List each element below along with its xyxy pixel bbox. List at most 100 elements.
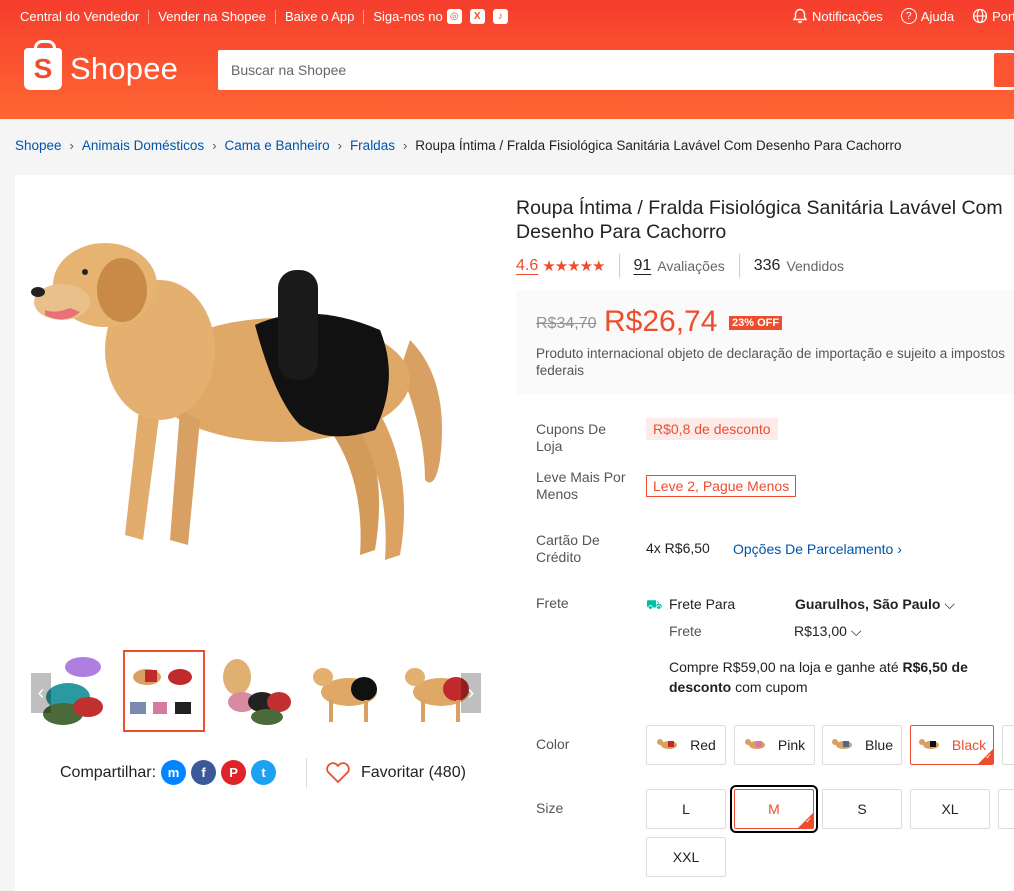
rating-value[interactable]: 4.6 [516,257,538,275]
color-option-label: Red [690,737,716,753]
help-icon: ? [900,8,917,24]
tiktok-icon[interactable]: ♪ [492,9,508,24]
pinterest-icon[interactable]: P [221,760,247,785]
promo-text-2: com cupom [731,679,808,695]
reviews-label: Avaliações [657,258,725,274]
promo-text-1: Compre R$59,00 na loja e ganhe até [669,659,903,675]
product-stats: 4.6 ★★★★★ 91 Avaliações 336 Vendidos [516,254,845,278]
selected-check-icon [978,749,993,764]
chevron-right-icon: › [402,138,408,153]
sold-count: 336 [753,257,781,274]
bundle-label: Leve Mais Por Menos [536,469,626,502]
share-section: Compartilhar: m f P t [60,760,277,785]
x-icon[interactable]: X [469,9,485,24]
chevron-right-icon: › [212,138,217,153]
favorite-button[interactable]: Favoritar (480) [306,758,466,788]
follow-us-label: Siga-nos no [373,9,443,24]
size-option-label: XL [941,801,959,817]
download-app-link[interactable]: Baixe o App [285,9,354,24]
thumbnail-strip: ‹ › [31,650,481,732]
help-label: Ajuda [920,8,955,24]
size-option-xl[interactable]: XL [910,789,990,829]
twitter-icon[interactable]: t [251,760,277,785]
reviews-count[interactable]: 91 [634,257,652,275]
product-title: Roupa Íntima / Fralda Fisiológica Sanitá… [516,197,1003,243]
price-box: R$34,70 R$26,74 23% OFF Produto internac… [516,290,1014,394]
size-option-label: S [857,801,867,817]
credit-card-label: Cartão De Crédito [536,532,600,565]
breadcrumb-diapers[interactable]: Fraldas [350,138,395,153]
product-main-image[interactable] [30,230,460,590]
truck-icon: ⛟ [646,597,663,612]
thumbnail-2[interactable] [123,650,205,732]
thumbnail-3[interactable] [215,650,297,732]
color-option-black[interactable]: Black [910,725,994,765]
notifications-label: Notificações [812,8,883,24]
language-selector[interactable]: Portu [972,8,1014,24]
size-label: Size [536,800,564,816]
chevron-right-icon: › [69,138,74,153]
header: Central do Vendedor Vender na Shopee Bai… [0,0,1014,119]
shipping-cost-label: Frete [669,623,702,639]
shopee-logo[interactable]: S Shopee [24,40,178,90]
bundle-tag[interactable]: Leve 2, Pague Menos [646,475,797,497]
installment-options-link[interactable]: Opções De Parcelamento › [733,541,902,557]
dog-blue-icon [831,739,852,749]
dog-black-icon [918,739,939,749]
facebook-icon[interactable]: f [191,760,217,785]
shopee-bag-icon: S [24,40,62,90]
shipping-promo: Compre R$59,00 na loja e ganhe até R$6,5… [669,657,1014,697]
color-option-label: Pink [777,737,806,753]
color-option-label: Blue [864,737,894,753]
import-note: Produto internacional objeto de declaraç… [536,346,1006,378]
installment-options-label: Opções De Parcelamento [733,541,894,557]
breadcrumb-bed-bath[interactable]: Cama e Banheiro [225,138,330,153]
size-option-xxl[interactable]: XXL [646,837,726,877]
chevron-left-icon[interactable]: ‹ [31,673,51,713]
dog-red-icon [657,739,678,749]
size-option-m[interactable]: M [730,785,818,833]
size-option-more[interactable] [998,789,1014,829]
shipping-location-value: Guarulhos, São Paulo [795,596,941,612]
globe-icon [972,8,988,24]
coupon-tag[interactable]: R$0,8 de desconto [646,418,778,440]
search-input[interactable] [221,53,981,87]
seller-center-link[interactable]: Central do Vendedor [20,9,139,24]
shipping-cost-value: R$13,00 [794,623,847,639]
divider [274,9,276,24]
star-rating-icon: ★★★★★ [542,258,605,275]
chevron-down-icon: ⌵ [850,623,862,639]
chevron-right-icon[interactable]: › [461,673,481,713]
divider [363,9,365,24]
breadcrumb-pets[interactable]: Animais Domésticos [82,138,204,153]
search-button[interactable] [994,53,1014,87]
color-option-blue[interactable]: Blue [822,725,902,765]
thumbnail-4[interactable] [307,650,389,732]
shipping-to-label: Frete Para [669,596,736,612]
discount-badge: 23% OFF [729,316,783,330]
bell-icon [792,8,808,24]
color-option-red[interactable]: Red [646,725,726,765]
messenger-icon[interactable]: m [161,760,187,785]
instagram-icon[interactable]: ◎ [446,9,462,24]
color-label: Color [536,736,570,752]
help-link[interactable]: ? Ajuda [900,8,955,24]
sold-label: Vendidos [786,258,845,274]
breadcrumb-shopee[interactable]: Shopee [15,138,62,153]
size-option-s[interactable]: S [822,789,902,829]
color-option-pink[interactable]: Pink [734,725,815,765]
color-option-more[interactable] [1002,725,1014,765]
shipping-cost[interactable]: R$13,00 ⌵ [794,623,861,640]
notifications-link[interactable]: Notificações [792,8,883,24]
dog-pink-icon [744,739,765,749]
current-price: R$26,74 [604,305,718,338]
sell-on-shopee-link[interactable]: Vender na Shopee [158,9,266,24]
divider [148,9,150,24]
top-bar: Central do Vendedor Vender na Shopee Bai… [0,0,1014,34]
size-option-label: L [682,801,690,817]
chevron-down-icon: ⌵ [944,596,955,612]
size-option-l[interactable]: L [646,789,726,829]
shipping-location[interactable]: Guarulhos, São Paulo ⌵ [795,596,955,613]
selected-check-icon [798,813,813,828]
coupons-label: Cupons De Loja [536,421,607,454]
